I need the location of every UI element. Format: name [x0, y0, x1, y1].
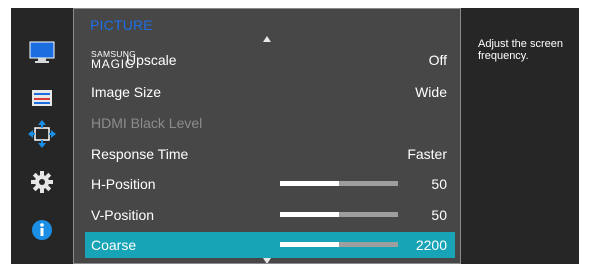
samsung-magic-brand: SAMSUNG MAGIC	[91, 49, 136, 70]
scroll-up-arrow-icon[interactable]	[263, 36, 271, 42]
v-position-label: V-Position	[91, 207, 155, 223]
position-arrows-icon[interactable]	[11, 116, 73, 152]
menu-item-hdmi-black-level: HDMI Black Level	[85, 110, 455, 136]
image-size-label: Image Size	[91, 84, 162, 100]
v-position-slider-fill	[280, 212, 339, 217]
v-position-slider[interactable]	[280, 212, 398, 217]
menu-item-v-position[interactable]: V-Position 50	[85, 202, 455, 228]
menu-item-magic-upscale[interactable]: SAMSUNG MAGIC Upscale Off	[85, 47, 455, 73]
h-position-slider[interactable]	[280, 181, 398, 186]
menu-item-response-time[interactable]: Response Time Faster	[85, 141, 455, 167]
h-position-slider-fill	[280, 181, 339, 186]
help-text: Adjust the screen frequency.	[478, 38, 563, 62]
menu-item-h-position[interactable]: H-Position 50	[85, 171, 455, 197]
image-size-value: Wide	[415, 84, 447, 100]
v-position-value: 50	[431, 207, 447, 223]
h-position-label: H-Position	[91, 176, 156, 192]
response-time-value: Faster	[407, 146, 447, 162]
picture-monitor-icon[interactable]	[11, 38, 73, 68]
picture-menu-panel: PICTURE SAMSUNG MAGIC Upscale Off Image …	[73, 8, 461, 264]
magic-upscale-label: SAMSUNG MAGIC Upscale	[91, 49, 177, 70]
response-time-label: Response Time	[91, 146, 189, 162]
gear-icon[interactable]	[11, 168, 73, 196]
coarse-slider-fill	[280, 242, 339, 247]
coarse-label: Coarse	[91, 237, 137, 253]
menu-item-image-size[interactable]: Image Size Wide	[85, 79, 455, 105]
menu-title: PICTURE	[90, 17, 153, 33]
osd-window: PICTURE SAMSUNG MAGIC Upscale Off Image …	[11, 8, 579, 264]
h-position-value: 50	[431, 176, 447, 192]
onscreen-display-icon[interactable]	[11, 86, 73, 110]
upscale-text: Upscale	[126, 52, 177, 68]
menu-item-coarse[interactable]: Coarse 2200	[85, 232, 455, 258]
category-icon-column	[11, 8, 73, 264]
magic-upscale-value: Off	[428, 52, 447, 68]
hdmi-black-level-label: HDMI Black Level	[91, 115, 203, 131]
coarse-slider[interactable]	[280, 242, 398, 247]
info-icon[interactable]	[11, 216, 73, 244]
scroll-down-arrow-icon[interactable]	[263, 258, 271, 263]
coarse-value: 2200	[415, 237, 447, 253]
